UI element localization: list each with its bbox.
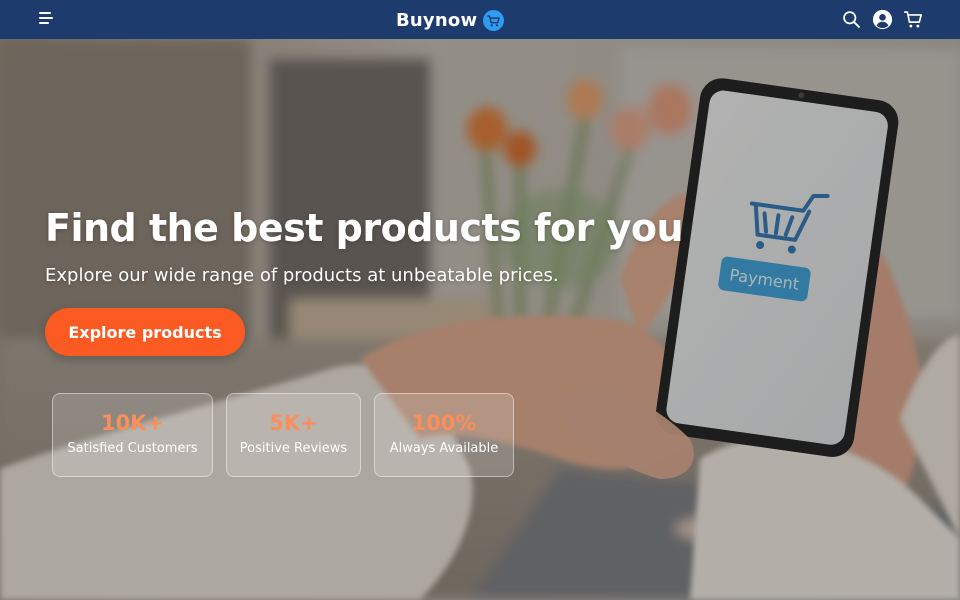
user-icon[interactable] — [872, 9, 893, 30]
stat-value: 5K+ — [269, 411, 318, 435]
stat-value: 100% — [411, 411, 477, 435]
hero-section: Payment Find the best products for you E… — [0, 39, 960, 600]
stat-value: 10K+ — [100, 411, 165, 435]
hero-subtitle: Explore our wide range of products at un… — [45, 265, 559, 286]
stat-card-availability: 100% Always Available — [374, 393, 514, 477]
stat-card-customers: 10K+ Satisfied Customers — [52, 393, 213, 477]
stat-label: Satisfied Customers — [67, 441, 198, 456]
menu-icon[interactable] — [36, 9, 56, 29]
search-icon[interactable] — [841, 9, 862, 30]
brand-name: Buynow — [396, 9, 478, 31]
stat-card-reviews: 5K+ Positive Reviews — [226, 393, 361, 477]
cart-icon — [483, 9, 505, 31]
hero-title: Find the best products for you — [45, 206, 684, 250]
stat-label: Always Available — [389, 441, 499, 456]
brand-logo[interactable]: Buynow — [396, 7, 505, 33]
explore-products-button[interactable]: Explore products — [45, 308, 245, 356]
cart-icon[interactable] — [903, 9, 924, 30]
stat-label: Positive Reviews — [239, 441, 348, 456]
nav-icons — [831, 9, 924, 30]
navbar: Buynow — [0, 0, 960, 39]
